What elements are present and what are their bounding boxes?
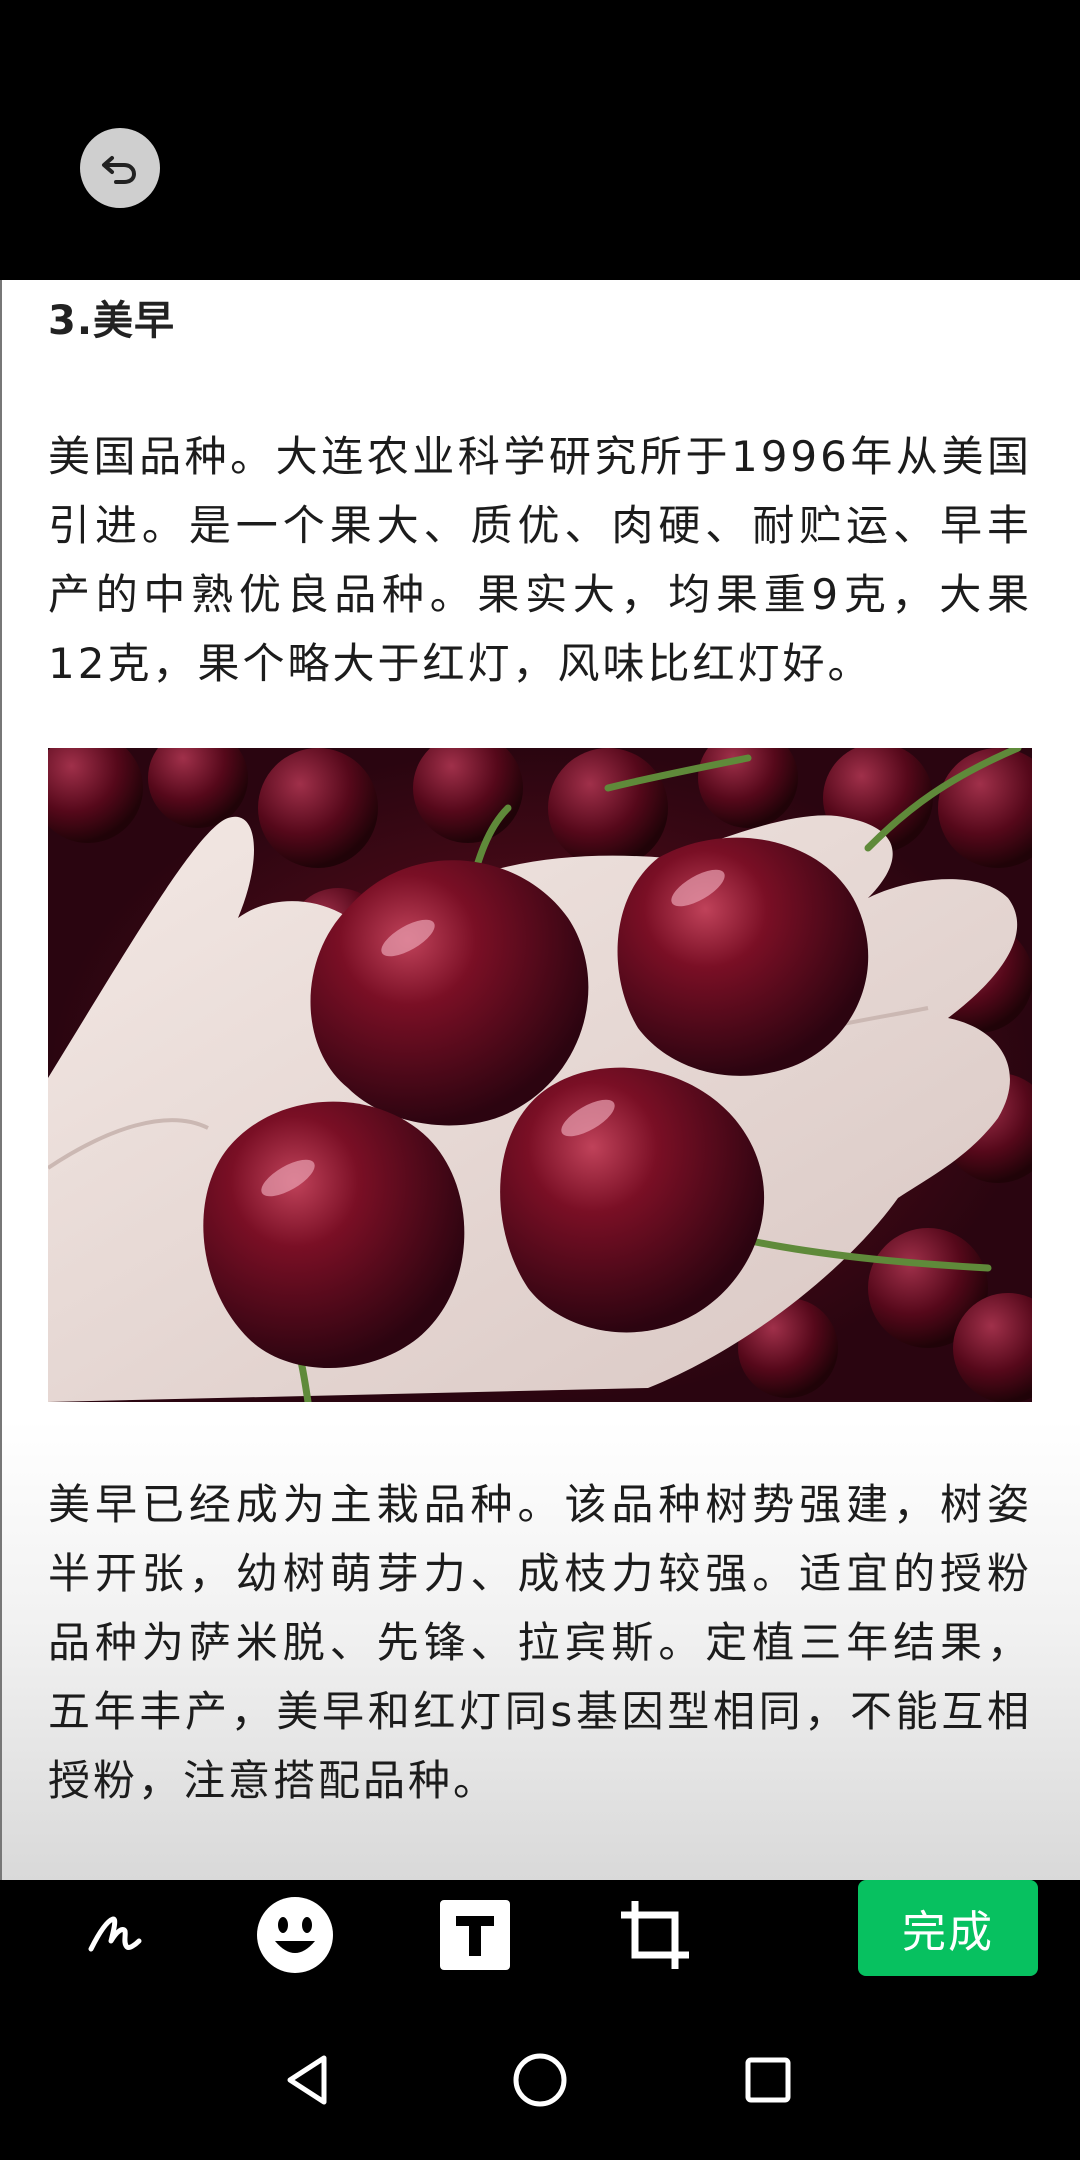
- article-content: 3.美早 美国品种。大连农业科学研究所于1996年从美国引进。是一个果大、质优、…: [0, 280, 1080, 1880]
- nav-back-button[interactable]: [268, 2040, 348, 2120]
- article-paragraph-1: 美国品种。大连农业科学研究所于1996年从美国引进。是一个果大、质优、肉硬、耐贮…: [48, 432, 1032, 688]
- back-triangle-icon: [287, 2055, 327, 2105]
- text-icon: [440, 1900, 510, 1970]
- article-paragraph-2: 美早已经成为主栽品种。该品种树势强建，树姿半开张，幼树萌芽力、成枝力较强。适宜的…: [48, 1480, 1032, 1805]
- system-navigation-bar: [0, 1990, 1080, 2160]
- top-bar: [0, 0, 1080, 280]
- pen-icon: [88, 1916, 142, 1952]
- done-button[interactable]: 完成: [858, 1880, 1038, 1976]
- nav-recent-apps-button[interactable]: [728, 2040, 808, 2120]
- undo-arrow-icon: [102, 156, 137, 184]
- article-heading: 3.美早: [48, 298, 176, 344]
- crop-icon: [621, 1901, 689, 1969]
- nav-home-button[interactable]: [500, 2040, 580, 2120]
- recent-apps-square-icon: [745, 2057, 791, 2103]
- home-circle-icon: [513, 2053, 567, 2107]
- text-tool-button[interactable]: [430, 1880, 520, 1990]
- cherry-photo: [48, 748, 1032, 1402]
- content-left-edge: [0, 280, 2, 1880]
- draw-tool-button[interactable]: [70, 1880, 160, 1990]
- emoji-icon: [257, 1897, 333, 1973]
- edit-toolbar: 完成: [0, 1880, 1080, 1990]
- sticker-tool-button[interactable]: [250, 1880, 340, 1990]
- back-button[interactable]: [80, 128, 160, 208]
- crop-tool-button[interactable]: [610, 1880, 700, 1990]
